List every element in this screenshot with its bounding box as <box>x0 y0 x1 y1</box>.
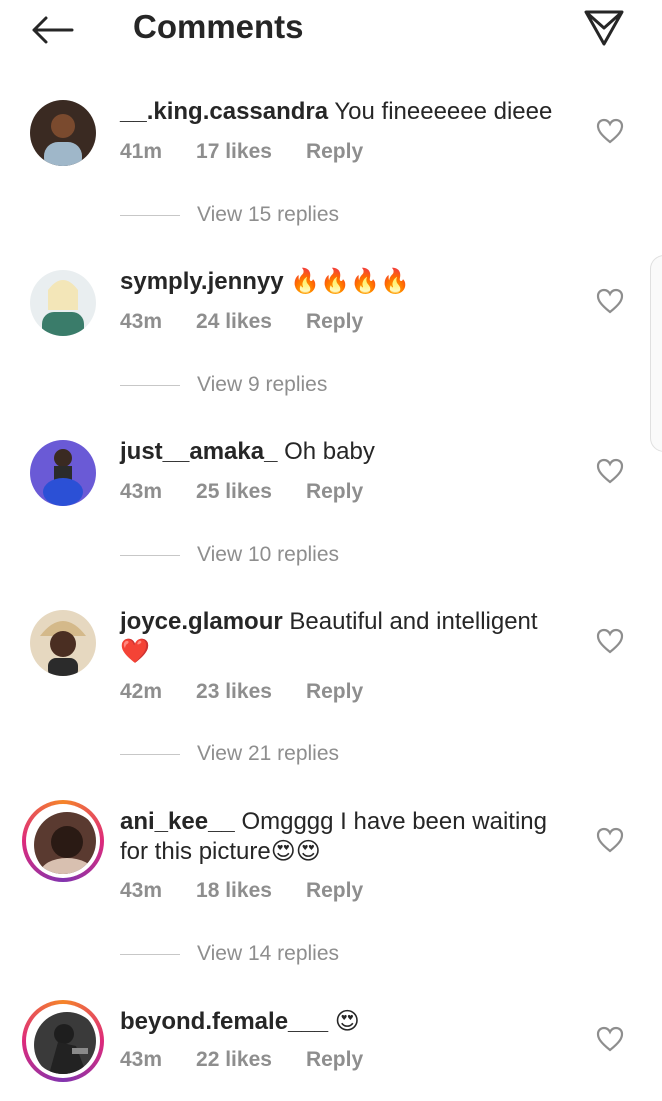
back-button[interactable] <box>28 10 76 50</box>
comment-meta: 43m 25 likes Reply <box>120 480 397 504</box>
view-replies-label: View 10 replies <box>197 543 340 566</box>
replies-divider <box>120 214 180 216</box>
comment-text: just__amaka_ Oh baby <box>120 437 570 467</box>
view-replies-button[interactable]: View 9 replies <box>120 373 327 397</box>
comment-text: symply.jennyy 🔥🔥🔥🔥 <box>120 267 570 297</box>
comment-meta: 43m 22 likes Reply <box>120 1048 397 1072</box>
comment-username[interactable]: just__amaka_ <box>120 438 277 465</box>
comment-time: 41m <box>120 140 163 163</box>
page-title: Comments <box>133 8 304 45</box>
comment-likes[interactable]: 25 likes <box>196 480 272 503</box>
replies-divider <box>120 953 180 955</box>
header-bar: Comments <box>0 0 662 60</box>
view-replies-button[interactable]: View 10 replies <box>120 543 339 567</box>
heart-icon[interactable] <box>596 628 624 654</box>
heart-icon[interactable] <box>596 118 624 144</box>
comment-text: joyce.glamour Beautiful and intelligent … <box>120 607 570 667</box>
heart-icon[interactable] <box>596 1026 624 1052</box>
comment-time: 43m <box>120 310 163 333</box>
share-button[interactable] <box>580 6 628 50</box>
view-replies-label: View 15 replies <box>197 203 340 226</box>
avatar[interactable] <box>30 610 96 676</box>
comment-username[interactable]: beyond.female___ <box>120 1008 328 1035</box>
avatar-story-ring[interactable] <box>22 800 104 882</box>
view-replies-label: View 9 replies <box>197 373 328 396</box>
comment-body: 🔥🔥🔥🔥 <box>290 268 410 295</box>
comment-username[interactable]: __.king.cassandra <box>120 98 328 125</box>
reply-button[interactable]: Reply <box>306 310 363 333</box>
scroll-edge-handle[interactable] <box>650 255 662 452</box>
comment-meta: 41m 17 likes Reply <box>120 140 397 164</box>
comment-time: 43m <box>120 1048 163 1071</box>
comment-body: Oh baby <box>284 438 375 465</box>
avatar-story-ring[interactable] <box>22 1000 104 1082</box>
reply-button[interactable]: Reply <box>306 1048 363 1071</box>
replies-divider <box>120 554 180 556</box>
comment-likes[interactable]: 17 likes <box>196 140 272 163</box>
comment-text: __.king.cassandra You fineeeeee dieee <box>120 97 570 127</box>
comment-time: 43m <box>120 480 163 503</box>
heart-icon[interactable] <box>596 288 624 314</box>
arrow-left-icon <box>32 16 74 44</box>
comment-time: 42m <box>120 680 163 703</box>
replies-divider <box>120 753 180 755</box>
view-replies-button[interactable]: View 15 replies <box>120 203 339 227</box>
comment-body: You fineeeeee dieee <box>334 98 553 125</box>
comment-likes[interactable]: 23 likes <box>196 680 272 703</box>
heart-icon[interactable] <box>596 827 624 853</box>
comment-username[interactable]: joyce.glamour <box>120 608 283 635</box>
comment-body: 😍 <box>334 1008 360 1035</box>
reply-button[interactable]: Reply <box>306 480 363 503</box>
avatar[interactable] <box>30 270 96 336</box>
comment-likes[interactable]: 24 likes <box>196 310 272 333</box>
comment-likes[interactable]: 18 likes <box>196 879 272 902</box>
reply-button[interactable]: Reply <box>306 879 363 902</box>
reply-button[interactable]: Reply <box>306 140 363 163</box>
comment-likes[interactable]: 22 likes <box>196 1048 272 1071</box>
comment-username[interactable]: ani_kee__ <box>120 808 235 835</box>
replies-divider <box>120 384 180 386</box>
comment-meta: 42m 23 likes Reply <box>120 680 397 704</box>
comment-text: ani_kee__ Omgggg I have been waiting for… <box>120 807 570 867</box>
view-replies-button[interactable]: View 14 replies <box>120 942 339 966</box>
paper-plane-icon <box>584 10 624 46</box>
comment-text: beyond.female___ 😍 <box>120 1007 570 1037</box>
comment-meta: 43m 18 likes Reply <box>120 879 397 903</box>
heart-icon[interactable] <box>596 458 624 484</box>
view-replies-label: View 21 replies <box>197 742 340 765</box>
avatar[interactable] <box>30 440 96 506</box>
comment-time: 43m <box>120 879 163 902</box>
view-replies-label: View 14 replies <box>197 942 340 965</box>
comment-username[interactable]: symply.jennyy <box>120 268 284 295</box>
comment-meta: 43m 24 likes Reply <box>120 310 397 334</box>
view-replies-button[interactable]: View 21 replies <box>120 742 339 766</box>
avatar[interactable] <box>30 100 96 166</box>
reply-button[interactable]: Reply <box>306 680 363 703</box>
